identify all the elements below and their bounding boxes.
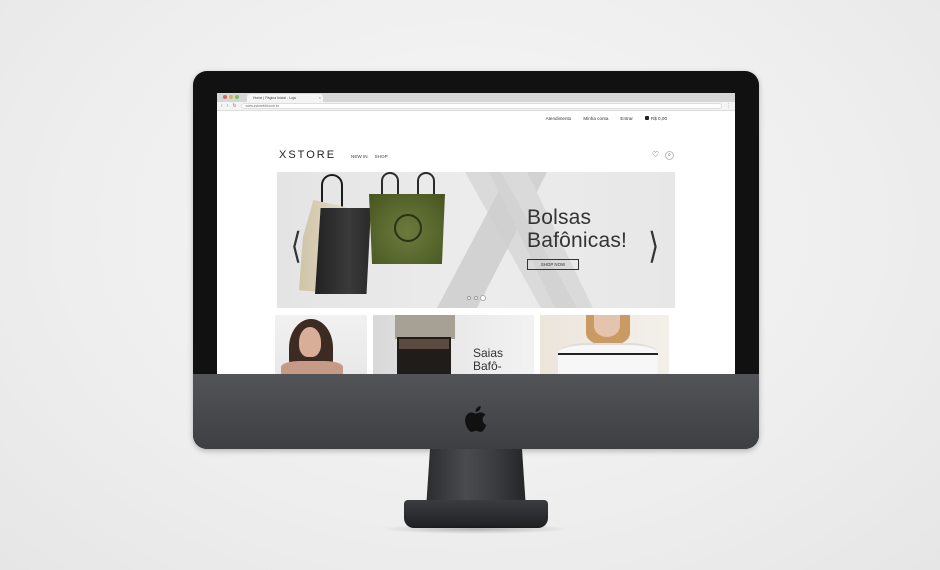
back-arrow-icon[interactable]: ‹ — [221, 103, 223, 109]
browser-tab[interactable]: Home | Página Inicial - Loja × — [247, 94, 323, 102]
chevron-right-icon[interactable]: ❭ — [647, 228, 660, 260]
tile-title-line2: Bafô- — [473, 359, 502, 373]
url-input[interactable]: www.xstorebfd.com.br — [240, 103, 722, 109]
stand-shadow — [380, 524, 570, 534]
nav-item-new-in[interactable]: NEW IN — [351, 154, 368, 159]
tab-close-icon[interactable]: × — [319, 94, 321, 102]
heart-icon[interactable]: ♡ — [652, 151, 659, 159]
site-header: XSTORE NEW IN SHOP ♡ ⌕ — [279, 149, 674, 161]
apple-logo-icon — [465, 406, 487, 432]
link-entrar[interactable]: Entrar — [620, 116, 633, 121]
nav-item-shop[interactable]: SHOP — [375, 154, 388, 159]
black-bag-image — [315, 208, 371, 294]
header-icons: ♡ ⌕ — [652, 150, 674, 160]
store-logo[interactable]: XSTORE — [279, 149, 336, 161]
reload-icon[interactable]: ↻ — [232, 103, 236, 109]
chevron-left-icon[interactable]: ❬ — [290, 228, 303, 260]
browser-menu-icon[interactable]: ⋮ — [726, 103, 731, 109]
utility-bar: Atendimento Minha conta Entrar R$ 0,00 — [217, 111, 735, 125]
model-sweater — [558, 343, 658, 374]
hero-title-line2: Bafônicas! — [527, 229, 628, 252]
model-face — [299, 327, 321, 357]
bag-icon — [644, 116, 649, 120]
slider-dot[interactable] — [474, 296, 478, 300]
browser-tab-title: Home | Página Inicial - Loja — [253, 96, 296, 100]
product-tiles: Saias Bafô- — [275, 315, 677, 374]
tile-model-portrait[interactable] — [275, 315, 367, 374]
forward-arrow-icon[interactable]: › — [227, 103, 229, 109]
cart-total: R$ 0,00 — [650, 115, 667, 121]
address-bar: ‹ › ↻ www.xstorebfd.com.br ⋮ — [217, 102, 735, 111]
screen: Home | Página Inicial - Loja × ‹ › ↻ www… — [217, 93, 735, 374]
hero-banner[interactable]: Bolsas Bafônicas! SHOP NOW ❬ ❭ — [277, 172, 675, 308]
sweater-stripe — [558, 353, 658, 355]
search-icon[interactable]: ⌕ — [665, 150, 674, 160]
tile-saias[interactable]: Saias Bafô- — [373, 315, 534, 374]
bag-emblem — [394, 214, 422, 242]
model-sweater — [395, 315, 455, 339]
model-body — [281, 361, 343, 374]
main-nav: NEW IN SHOP — [351, 154, 388, 159]
tile-title: Saias Bafô- — [473, 347, 503, 373]
slider-dot-active[interactable] — [481, 296, 485, 300]
link-atendimento[interactable]: Atendimento — [546, 116, 572, 121]
hero-title-line1: Bolsas — [527, 206, 592, 229]
browser-tab-strip: Home | Página Inicial - Loja × — [217, 93, 735, 102]
tile-sweater[interactable] — [540, 315, 669, 374]
shop-now-button[interactable]: SHOP NOW — [527, 259, 579, 270]
link-minha-conta[interactable]: Minha conta — [583, 116, 608, 121]
slider-dots — [467, 296, 485, 300]
model-face — [594, 315, 620, 337]
window-controls[interactable] — [223, 95, 239, 99]
slider-dot[interactable] — [467, 296, 471, 300]
cart-button[interactable]: R$ 0,00 — [644, 115, 667, 121]
hero-title: Bolsas Bafônicas! — [527, 206, 627, 252]
model-belt — [399, 339, 449, 349]
